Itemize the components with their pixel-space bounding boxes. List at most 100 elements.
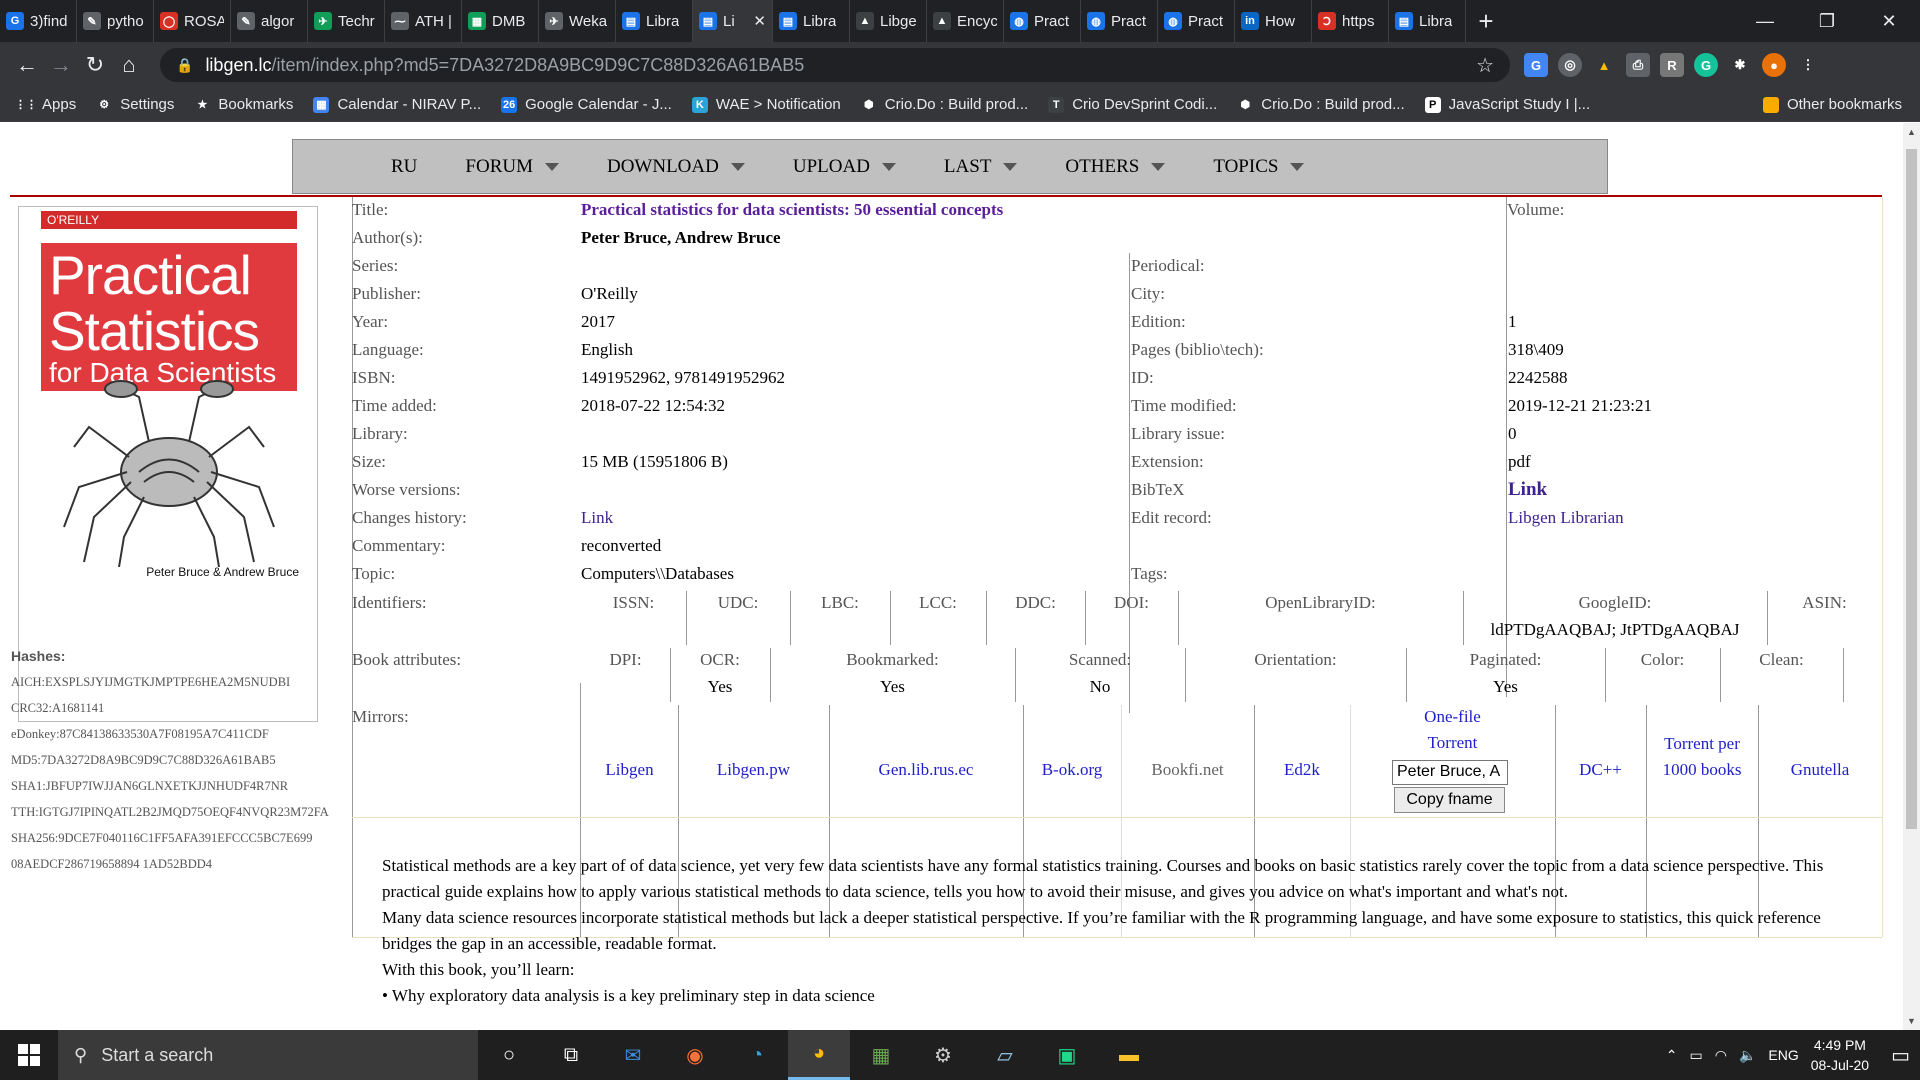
- mirror-dc-link[interactable]: DC++: [1555, 760, 1646, 780]
- browser-tab[interactable]: ◍ Pract: [1004, 0, 1081, 42]
- bookmark-item[interactable]: ⋮⋮ Apps: [15, 96, 76, 113]
- book-title-link[interactable]: Practical statistics for data scientists…: [581, 200, 1003, 220]
- menu-item-last[interactable]: LAST: [944, 156, 1018, 178]
- menu-item-download[interactable]: DOWNLOAD: [607, 156, 745, 178]
- chrome-menu-icon[interactable]: ⋮: [1796, 53, 1820, 77]
- mirror-1000-books-link[interactable]: 1000 books: [1646, 760, 1758, 780]
- browser-tab[interactable]: ▲ Libge: [850, 0, 927, 42]
- volume-icon[interactable]: 🔈: [1739, 1047, 1756, 1064]
- clock[interactable]: 4:49 PM 08-Jul-20: [1811, 1035, 1869, 1075]
- chrome-icon[interactable]: ◕: [788, 1030, 850, 1080]
- mirror-ed2k-link[interactable]: Ed2k: [1254, 760, 1350, 780]
- browser-tab[interactable]: ▦ DMB: [462, 0, 539, 42]
- bibtex-link[interactable]: Link: [1508, 479, 1547, 501]
- scroll-up-arrow-icon[interactable]: ▲: [1907, 127, 1916, 137]
- browser-tab[interactable]: ✈ Weka: [539, 0, 616, 42]
- profile-avatar[interactable]: ●: [1762, 53, 1786, 77]
- close-window-button[interactable]: ✕: [1858, 11, 1920, 32]
- mail-icon[interactable]: ✉: [602, 1030, 664, 1080]
- fname-input[interactable]: Peter Bruce, A: [1392, 760, 1508, 785]
- changes-history-link[interactable]: Link: [581, 508, 613, 528]
- chevron-up-icon[interactable]: ⌃: [1666, 1047, 1678, 1064]
- translate-extension-icon[interactable]: G: [1524, 53, 1548, 77]
- mirror-libgenpw-link[interactable]: Libgen.pw: [678, 760, 829, 780]
- menu-item-upload[interactable]: UPLOAD: [793, 156, 896, 178]
- reload-icon[interactable]: ↻: [78, 52, 112, 78]
- new-tab-button[interactable]: +: [1466, 6, 1506, 37]
- mirror-libgen-link[interactable]: Libgen: [581, 760, 678, 780]
- drive-extension-icon[interactable]: ▲: [1592, 53, 1616, 77]
- start-button[interactable]: [0, 1044, 58, 1066]
- bookmark-item[interactable]: T Crio DevSprint Codi...: [1048, 96, 1217, 113]
- notepad-icon[interactable]: ▱: [974, 1030, 1036, 1080]
- menu-item-forum[interactable]: FORUM: [465, 156, 559, 178]
- bookmark-item[interactable]: ⚙ Settings: [96, 96, 174, 113]
- browser-tab[interactable]: ▤ Li ✕: [693, 0, 773, 42]
- task-view-icon[interactable]: ⧉: [540, 1030, 602, 1080]
- mirror-bookfi-link[interactable]: Bookfi.net: [1121, 760, 1254, 780]
- browser-tab[interactable]: in How: [1235, 0, 1312, 42]
- browser-tab[interactable]: Ↄhttps: [1312, 0, 1389, 42]
- settings-gear-icon[interactable]: ⚙: [912, 1030, 974, 1080]
- grammarly-extension-icon[interactable]: G: [1694, 53, 1718, 77]
- lock-icon[interactable]: 🔒: [176, 57, 193, 74]
- edge-icon[interactable]: ◔: [726, 1030, 788, 1080]
- browser-tab[interactable]: G 3)find: [0, 0, 77, 42]
- browser-tab[interactable]: ◍ Pract: [1081, 0, 1158, 42]
- close-tab-icon[interactable]: ✕: [753, 12, 766, 30]
- home-icon[interactable]: ⌂: [112, 52, 146, 78]
- browser-tab[interactable]: ◍ Pract: [1158, 0, 1235, 42]
- scroll-down-arrow-icon[interactable]: ▼: [1907, 1016, 1916, 1026]
- browser-tab[interactable]: ✈ Techr: [308, 0, 385, 42]
- restore-button[interactable]: ❐: [1796, 11, 1858, 32]
- browser-tab[interactable]: ▤ Libra: [773, 0, 850, 42]
- bookmark-star-icon[interactable]: ☆: [1476, 53, 1494, 78]
- browser-tab[interactable]: ✎ pytho: [77, 0, 154, 42]
- bookmark-item[interactable]: ★ Bookmarks: [194, 96, 293, 113]
- mirror-bok-link[interactable]: B-ok.org: [1023, 760, 1121, 780]
- browser-tab[interactable]: ✎ algor: [231, 0, 308, 42]
- mirror-gnutella-link[interactable]: Gnutella: [1758, 760, 1882, 780]
- browser-tab[interactable]: ▤ Libra: [1389, 0, 1466, 42]
- puzzle-extension-icon[interactable]: ✱: [1728, 53, 1752, 77]
- firefox-icon[interactable]: ◉: [664, 1030, 726, 1080]
- bookmark-item[interactable]: P JavaScript Study I |...: [1424, 96, 1590, 113]
- mirror-onefile-link[interactable]: One-file: [1350, 707, 1555, 727]
- taskbar-search[interactable]: ⚲ Start a search: [58, 1030, 478, 1080]
- notification-icon[interactable]: ▭: [1891, 1043, 1910, 1068]
- other-bookmarks[interactable]: Other bookmarks: [1762, 96, 1902, 113]
- bookmark-item[interactable]: ⬢ Crio.Do : Build prod...: [860, 96, 1028, 113]
- file-explorer-icon[interactable]: ▬: [1098, 1030, 1160, 1080]
- mirror-genlib-link[interactable]: Gen.lib.rus.ec: [829, 760, 1023, 780]
- cortana-icon[interactable]: ○: [478, 1030, 540, 1080]
- printer-extension-icon[interactable]: ⎙: [1626, 53, 1650, 77]
- browser-tab[interactable]: ▲ Encyc: [927, 0, 1004, 42]
- bookmark-item[interactable]: 26 Google Calendar - J...: [501, 96, 672, 113]
- menu-item-topics[interactable]: TOPICS: [1213, 156, 1305, 178]
- browser-tab[interactable]: ◯ ROSA: [154, 0, 231, 42]
- pycharm-icon[interactable]: ▣: [1036, 1030, 1098, 1080]
- wifi-icon[interactable]: ◠: [1715, 1047, 1727, 1064]
- menu-item-ru[interactable]: RU: [391, 156, 417, 178]
- r-extension-icon[interactable]: R: [1660, 53, 1684, 77]
- browser-tab[interactable]: ⁓ ATH |: [385, 0, 462, 42]
- minimize-button[interactable]: —: [1734, 11, 1796, 32]
- language-indicator[interactable]: ENG: [1768, 1047, 1798, 1063]
- back-icon[interactable]: ←: [10, 52, 44, 78]
- mirror-torrent-per-link[interactable]: Torrent per: [1646, 734, 1758, 754]
- bookmark-item[interactable]: ▦ Calendar - NIRAV P...: [313, 96, 481, 113]
- vertical-scrollbar[interactable]: ▲ ▼: [1903, 123, 1920, 1030]
- copy-fname-button[interactable]: Copy fname: [1394, 787, 1505, 813]
- edit-record-link[interactable]: Libgen Librarian: [1508, 508, 1624, 528]
- bookmark-item[interactable]: ⬢ Crio.Do : Build prod...: [1237, 96, 1405, 113]
- browser-tab[interactable]: ▤ Libra: [616, 0, 693, 42]
- address-bar[interactable]: 🔒 libgen.lc /item/index.php?md5=7DA3272D…: [160, 48, 1510, 82]
- bookmark-item[interactable]: K WAE > Notification: [691, 96, 841, 113]
- mirror-torrent-link[interactable]: Torrent: [1350, 733, 1555, 753]
- spreadsheet-icon[interactable]: ▦: [850, 1030, 912, 1080]
- forward-icon[interactable]: →: [44, 52, 78, 78]
- menu-item-others[interactable]: OTHERS: [1065, 156, 1166, 178]
- scrollbar-thumb[interactable]: [1906, 149, 1917, 829]
- grammar-extension-icon[interactable]: ◎: [1558, 53, 1582, 77]
- battery-icon[interactable]: ▭: [1689, 1047, 1702, 1064]
